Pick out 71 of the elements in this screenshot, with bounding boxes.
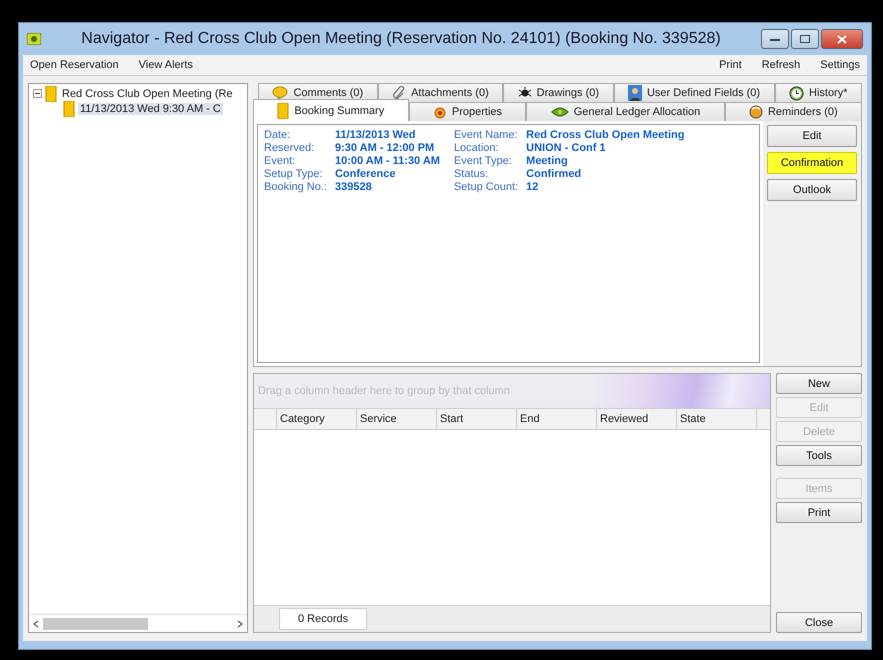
tab[interactable]: Reminders (0) [724,102,862,121]
folder-icon [63,100,75,116]
field-label: Setup Count: [454,181,518,193]
action-button[interactable]: New [776,373,862,394]
action-button[interactable]: Edit [767,125,857,147]
menu-item[interactable]: View Alerts [136,57,196,73]
window-title: Navigator - Red Cross Club Open Meeting (Reservation No. 24101) (Booking No. 339528) [80,30,722,48]
close-icon [837,34,847,44]
tab[interactable]: Booking Summary [253,99,409,121]
action-button[interactable]: Confirmation [767,152,857,174]
scroll-left-icon[interactable] [33,620,39,628]
field-label: Date: [264,129,292,141]
maximize-button[interactable] [791,29,819,49]
field-value: Meeting [526,155,569,167]
field-label: Event: [264,155,296,167]
tab[interactable]: History* [774,83,862,102]
eye-icon [550,107,569,117]
column-header[interactable]: End [517,409,597,429]
record-count: 0 Records [279,608,368,630]
action-button[interactable]: Outlook [767,179,857,201]
menu-item[interactable]: Refresh [758,57,804,73]
minimize-button[interactable] [761,29,789,49]
folder-icon [45,86,57,102]
field-label: Setup Type: [264,168,324,180]
gear-icon [432,105,447,119]
column-header[interactable]: Reviewed [597,409,677,429]
collapse-icon[interactable] [33,89,42,98]
close-button[interactable]: Close [776,612,862,633]
field-label: Event Name: [454,129,518,141]
column-header[interactable]: Service [357,409,437,429]
horizontal-scrollbar[interactable] [29,614,247,632]
tree-item[interactable]: Red Cross Club Open Meeting (Re [60,88,235,100]
field-value: Conference [334,168,397,180]
field-label: Event Type: [454,155,513,167]
speech-bubble-icon [272,86,288,100]
clock-icon [789,86,804,100]
minimize-icon [770,36,780,42]
field-label: Booking No.: [264,181,327,193]
tab[interactable]: Attachments (0) [378,83,504,102]
tab[interactable]: User Defined Fields (0) [614,83,775,102]
field-label: Reserved: [264,142,316,154]
tab[interactable]: Properties [408,102,526,121]
close-button[interactable] [821,29,863,49]
menu-item[interactable]: Open Reservation [27,57,122,73]
paperclip-icon [392,86,406,100]
column-header[interactable]: Start [437,409,517,429]
maximize-icon [800,35,810,43]
ball-icon [748,105,763,119]
field-value: 11/13/2013 Wed [334,129,417,141]
column-header[interactable]: State [677,409,757,429]
menu-item[interactable]: Settings [817,57,863,73]
field-value: 10:00 AM - 11:30 AM [334,155,440,167]
field-value: 12 [526,181,540,193]
scroll-right-icon[interactable] [237,620,243,628]
folder-icon [277,102,290,118]
field-value: 9:30 AM - 12:00 PM [334,142,436,154]
tree-item[interactable]: 11/13/2013 Wed 9:30 AM - C [78,102,223,114]
column-header[interactable]: Category [277,409,357,429]
menu-item[interactable]: Print [716,57,745,73]
person-icon [628,85,642,101]
field-value: Red Cross Club Open Meeting [526,129,684,141]
action-button[interactable]: Print [776,502,862,523]
field-value: 339528 [334,181,373,193]
tab[interactable]: Drawings (0) [503,83,614,102]
field-label: Status: [454,168,490,180]
field-value: Confirmed [526,168,582,180]
tab[interactable]: General Ledger Allocation [526,102,725,121]
field-label: Location: [454,142,500,154]
app-icon [27,33,41,45]
field-value: UNION - Conf 1 [526,142,607,154]
action-button[interactable]: Tools [776,445,862,466]
